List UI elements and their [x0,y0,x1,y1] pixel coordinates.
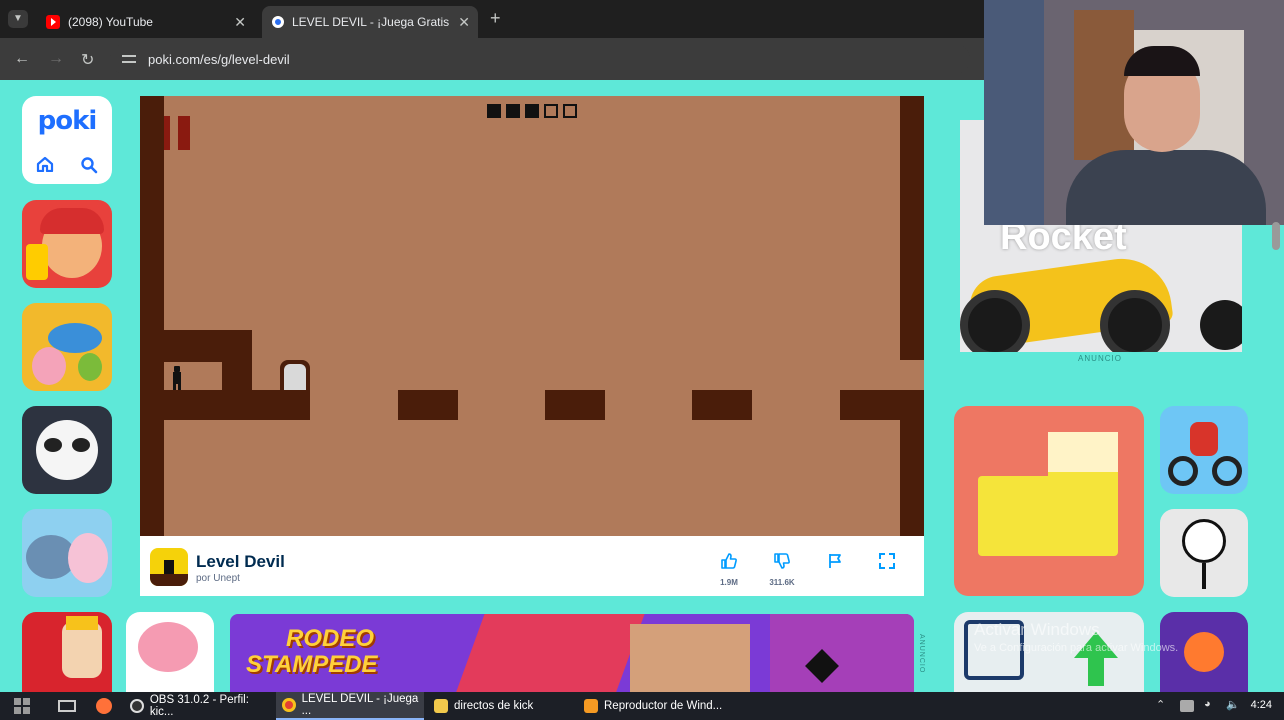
streamer-webcam-overlay [984,0,1284,225]
game-thumbnail-moto-x3m[interactable] [1160,406,1248,494]
taskbar-item-media-player[interactable]: Reproductor de Wind... [578,692,726,720]
end-platform [840,390,924,420]
game-icon [150,548,188,586]
home-icon[interactable] [36,156,54,172]
level-progress-filled [525,104,539,118]
right-wall-lower [900,420,924,536]
ad-label: ANUNCIO [918,634,925,674]
browser-toolbar: ← → ↻ poki.com/es/g/level-devil [0,38,984,80]
activate-windows-subtitle: Ve a Configuración para activar Windows. [974,642,1179,654]
taskbar-item-obs[interactable]: OBS 31.0.2 - Perfil: kic... [124,692,274,720]
chrome-icon [282,698,296,712]
level-progress-empty [544,104,558,118]
game-thumbnail-brain[interactable] [126,612,214,692]
right-wall-upper [900,96,924,360]
obs-icon [130,699,144,713]
game-thumbnail-stickman[interactable] [1160,509,1248,597]
browser-tab-bar: ▼ (2098) YouTube ✕ LEVEL DEVIL - ¡Juega … [0,0,984,38]
level-progress-empty [563,104,577,118]
thumbs-up-icon [721,553,737,569]
tab-level-devil[interactable]: LEVEL DEVIL - ¡Juega Gratis Onl ✕ [262,6,478,38]
level-progress-filled [487,104,501,118]
thumbs-down-icon [774,553,790,569]
fullscreen-button[interactable] [867,552,907,575]
page-scrollbar-thumb[interactable] [1272,222,1280,250]
forward-arrow-icon[interactable]: → [48,50,64,68]
report-button[interactable] [815,552,855,575]
folder-icon [434,699,448,713]
left-wall [140,96,164,536]
rodeo-stampede-ad-banner[interactable]: RODEO STAMPEDE [230,614,914,694]
game-title: Level Devil [196,552,285,571]
floating-platform [545,390,605,420]
media-player-icon [584,699,598,713]
youtube-icon [46,15,60,29]
firefox-icon[interactable] [96,698,112,714]
dislike-button[interactable]: 311.6K [762,552,802,587]
floating-platform [692,390,752,420]
exit-door [280,360,310,390]
game-thumbnail-merge[interactable] [22,303,112,391]
wifi-icon[interactable]: ◕ [1204,698,1211,710]
level-progress-filled [506,104,520,118]
taskbar-item-folder[interactable]: directos de kick [428,692,576,720]
tab-search-button[interactable]: ▼ [8,10,28,28]
banner-title: RODEO STAMPEDE [246,625,378,678]
task-view-icon[interactable] [58,700,76,712]
poki-favicon-icon [272,16,284,28]
poki-logo-card[interactable]: poki [22,96,112,184]
address-bar[interactable]: poki.com/es/g/level-devil [110,44,970,74]
close-tab-icon[interactable]: ✕ [458,14,470,31]
tab-youtube[interactable]: (2098) YouTube ✕ [36,6,254,38]
tab-title: LEVEL DEVIL - ¡Juega Gratis Onl [292,15,452,29]
overhang-pillar [222,360,252,390]
tray-app-icon[interactable] [1180,700,1194,712]
chevron-up-icon[interactable]: ⌃ [1156,698,1165,711]
game-thumbnail-panda[interactable] [22,406,112,494]
dislike-count: 311.6K [769,578,795,587]
close-tab-icon[interactable]: ✕ [234,14,246,31]
fullscreen-icon [879,553,895,569]
game-thumbnail-king[interactable] [22,612,112,692]
taskbar-item-chrome[interactable]: LEVEL DEVIL - ¡Juega ... [276,692,424,720]
poki-logo: poki [37,106,98,136]
ad-label: ANUNCIO [1078,354,1122,363]
start-menu-icon[interactable] [14,698,30,714]
url-text: poki.com/es/g/level-devil [148,51,290,67]
taskbar-clock[interactable]: 4:24 [1251,699,1272,711]
game-author: por Unept [196,573,240,584]
like-count: 1.9M [720,578,738,587]
activate-windows-title: Activar Windows [974,620,1100,639]
search-icon[interactable] [80,156,98,174]
overhang-ledge [164,330,252,362]
site-info-icon[interactable] [122,53,138,65]
windows-taskbar: OBS 31.0.2 - Perfil: kic... LEVEL DEVIL … [0,692,1284,720]
game-thumbnail-shark[interactable] [22,509,112,597]
back-arrow-icon[interactable]: ← [14,50,30,68]
player-character [172,366,182,390]
game-thumbnail-subway-surfers[interactable] [22,200,112,288]
new-tab-button[interactable]: + [490,8,501,29]
tab-title: (2098) YouTube [68,15,153,29]
volume-icon[interactable]: 🔈 [1226,698,1240,711]
game-canvas[interactable] [140,96,924,536]
like-button[interactable]: 1.9M [709,552,749,587]
floating-platform [398,390,458,420]
game-thumbnail-snake-cat[interactable] [954,406,1144,596]
reload-icon[interactable]: ↻ [81,50,94,70]
flag-icon [829,554,841,568]
game-info-bar: Level Devil por Unept 1.9M 311.6K [140,536,924,596]
start-platform [140,390,310,420]
